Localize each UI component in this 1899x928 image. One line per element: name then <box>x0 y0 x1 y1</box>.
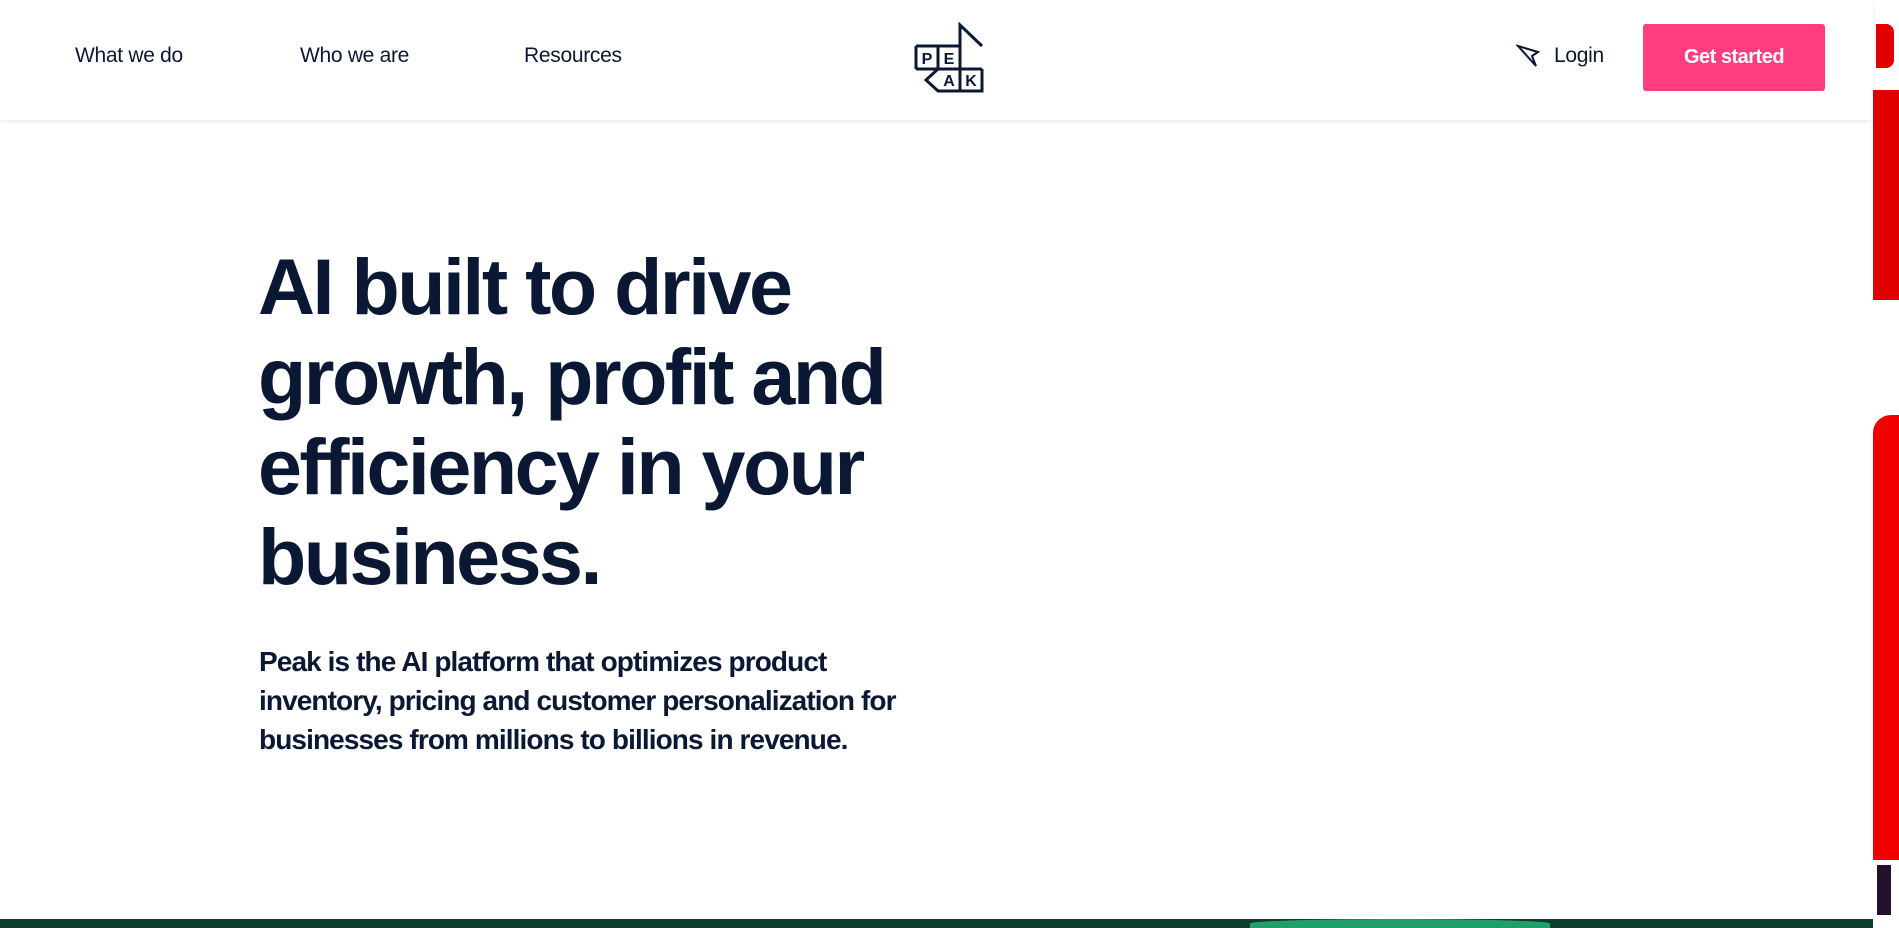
edge-decoration-top <box>1873 90 1899 300</box>
get-started-button[interactable]: Get started <box>1643 24 1825 91</box>
edge-scroll-thumb[interactable] <box>1877 865 1891 915</box>
site-header: What we do Who we are Resources P E A K <box>0 0 1873 120</box>
edge-badge <box>1876 24 1894 68</box>
cursor-arrow-icon <box>1516 44 1540 67</box>
login-link[interactable]: Login <box>1516 44 1604 68</box>
login-label: Login <box>1554 44 1604 67</box>
nav-what-we-do[interactable]: What we do <box>75 44 183 68</box>
logo-letter-p: P <box>922 51 933 68</box>
logo-letter-a: A <box>943 73 955 90</box>
peak-logo[interactable]: P E A K <box>913 21 985 94</box>
next-section-band <box>0 919 1873 928</box>
nav-resources[interactable]: Resources <box>524 44 622 68</box>
logo-letter-e: E <box>944 51 955 68</box>
peak-logo-mark: P E A K <box>914 21 984 93</box>
logo-letter-k: K <box>965 73 977 90</box>
edge-decoration-bottom <box>1873 415 1899 860</box>
nav-who-we-are[interactable]: Who we are <box>300 44 409 68</box>
hero-subtitle: Peak is the AI platform that optimizes p… <box>259 646 896 755</box>
next-section-glow <box>1250 919 1550 928</box>
hero-title: AI built to drive growth, profit and eff… <box>258 242 887 601</box>
